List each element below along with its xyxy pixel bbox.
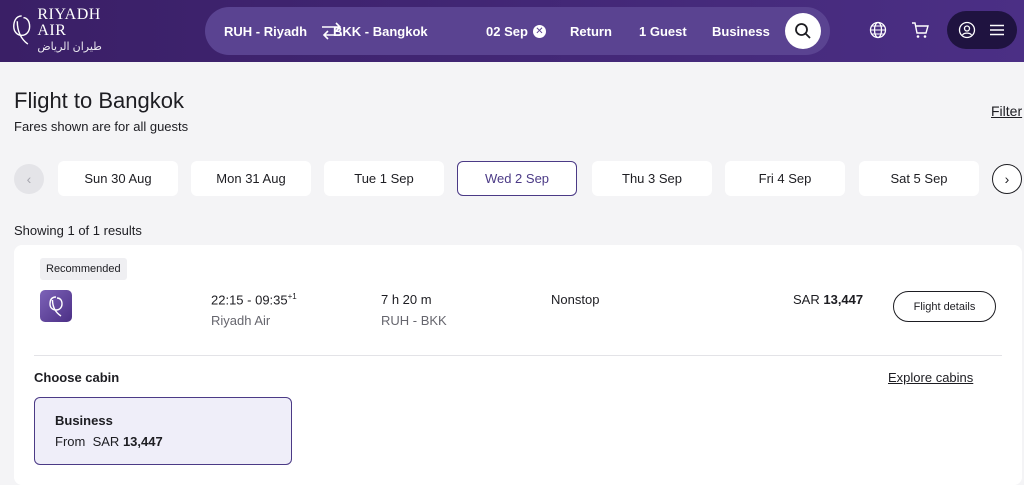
flight-search-bar: RUH - Riyadh BKK - Bangkok 02 Sep ✕ Retu…: [205, 7, 830, 55]
flight-result-card: Recommended 22:15 - 09:35+1 Riyadh Air 7…: [14, 245, 1022, 485]
date-chip[interactable]: Thu 3 Sep: [592, 161, 712, 196]
cabin-currency: SAR: [92, 434, 120, 449]
date-chip[interactable]: Sat 5 Sep: [859, 161, 979, 196]
brand-name-en: RIYADH AIR: [37, 6, 101, 39]
page-subtitle: Fares shown are for all guests: [14, 119, 189, 134]
date-chip[interactable]: Tue 1 Sep: [324, 161, 444, 196]
day-offset: +1: [287, 292, 297, 301]
results-count: Showing 1 of 1 results: [14, 223, 142, 238]
departure-arrival-times: 22:15 - 09:35: [211, 292, 288, 308]
chevron-right-icon: ›: [1004, 171, 1010, 187]
close-circle-icon[interactable]: ✕: [532, 24, 546, 38]
cabin-from-label: From: [55, 434, 86, 449]
cabin-name: Business: [55, 413, 113, 428]
flight-route: RUH - BKK: [381, 313, 447, 328]
flight-details-button[interactable]: Flight details: [893, 291, 996, 322]
date-value: 02 Sep: [486, 23, 528, 39]
date-field[interactable]: 02 Sep ✕: [486, 7, 546, 55]
date-chip[interactable]: Mon 31 Aug: [191, 161, 311, 196]
cabin-price: From SAR 13,447: [55, 434, 163, 449]
user-icon[interactable]: [958, 21, 976, 39]
flight-duration: 7 h 20 m: [381, 292, 432, 307]
flight-times: 22:15 - 09:35+1: [211, 292, 297, 307]
destination-field[interactable]: BKK - Bangkok: [333, 7, 428, 55]
cabin-option-business[interactable]: Business From SAR 13,447: [34, 397, 292, 465]
airline-name: Riyadh Air: [211, 313, 271, 328]
search-icon: [795, 23, 811, 39]
cabin-field[interactable]: Business: [712, 7, 770, 55]
riyadh-air-logo[interactable]: RIYADH AIR طيران الرياض: [12, 6, 122, 53]
menu-icon[interactable]: [988, 21, 1006, 39]
chevron-left-icon: ‹: [26, 171, 32, 187]
recommended-badge: Recommended: [40, 258, 127, 280]
globe-icon[interactable]: [868, 20, 888, 40]
brand-name-ar: طيران الرياض: [37, 41, 102, 53]
choose-cabin-heading: Choose cabin: [34, 370, 120, 385]
price-currency: SAR: [793, 292, 820, 307]
date-chip[interactable]: Sun 30 Aug: [58, 161, 178, 196]
filter-link[interactable]: Filter: [991, 103, 1022, 119]
top-header: RIYADH AIR طيران الرياض RUH - Riyadh BKK…: [0, 0, 1024, 62]
date-chip[interactable]: Fri 4 Sep: [725, 161, 845, 196]
trip-type-field[interactable]: Return: [570, 7, 612, 55]
date-chip-selected[interactable]: Wed 2 Sep: [457, 161, 577, 196]
cart-icon[interactable]: [910, 20, 930, 40]
airline-logo-icon: [40, 290, 72, 322]
cabin-amount: 13,447: [122, 434, 163, 449]
search-button[interactable]: [785, 13, 821, 49]
origin-field[interactable]: RUH - Riyadh: [224, 7, 307, 55]
price-amount: 13,447: [823, 292, 864, 307]
previous-dates-button[interactable]: ‹: [14, 164, 44, 194]
flight-stops: Nonstop: [551, 292, 600, 307]
next-dates-button[interactable]: ›: [992, 164, 1022, 194]
riyadh-air-mark-icon: [13, 15, 31, 45]
flight-price: SAR 13,447: [793, 292, 863, 307]
account-menu-button[interactable]: [947, 11, 1017, 49]
explore-cabins-link[interactable]: Explore cabins: [888, 370, 973, 385]
guests-field[interactable]: 1 Guest: [639, 7, 687, 55]
divider: [34, 355, 1002, 356]
page-title: Flight to Bangkok: [14, 88, 184, 113]
